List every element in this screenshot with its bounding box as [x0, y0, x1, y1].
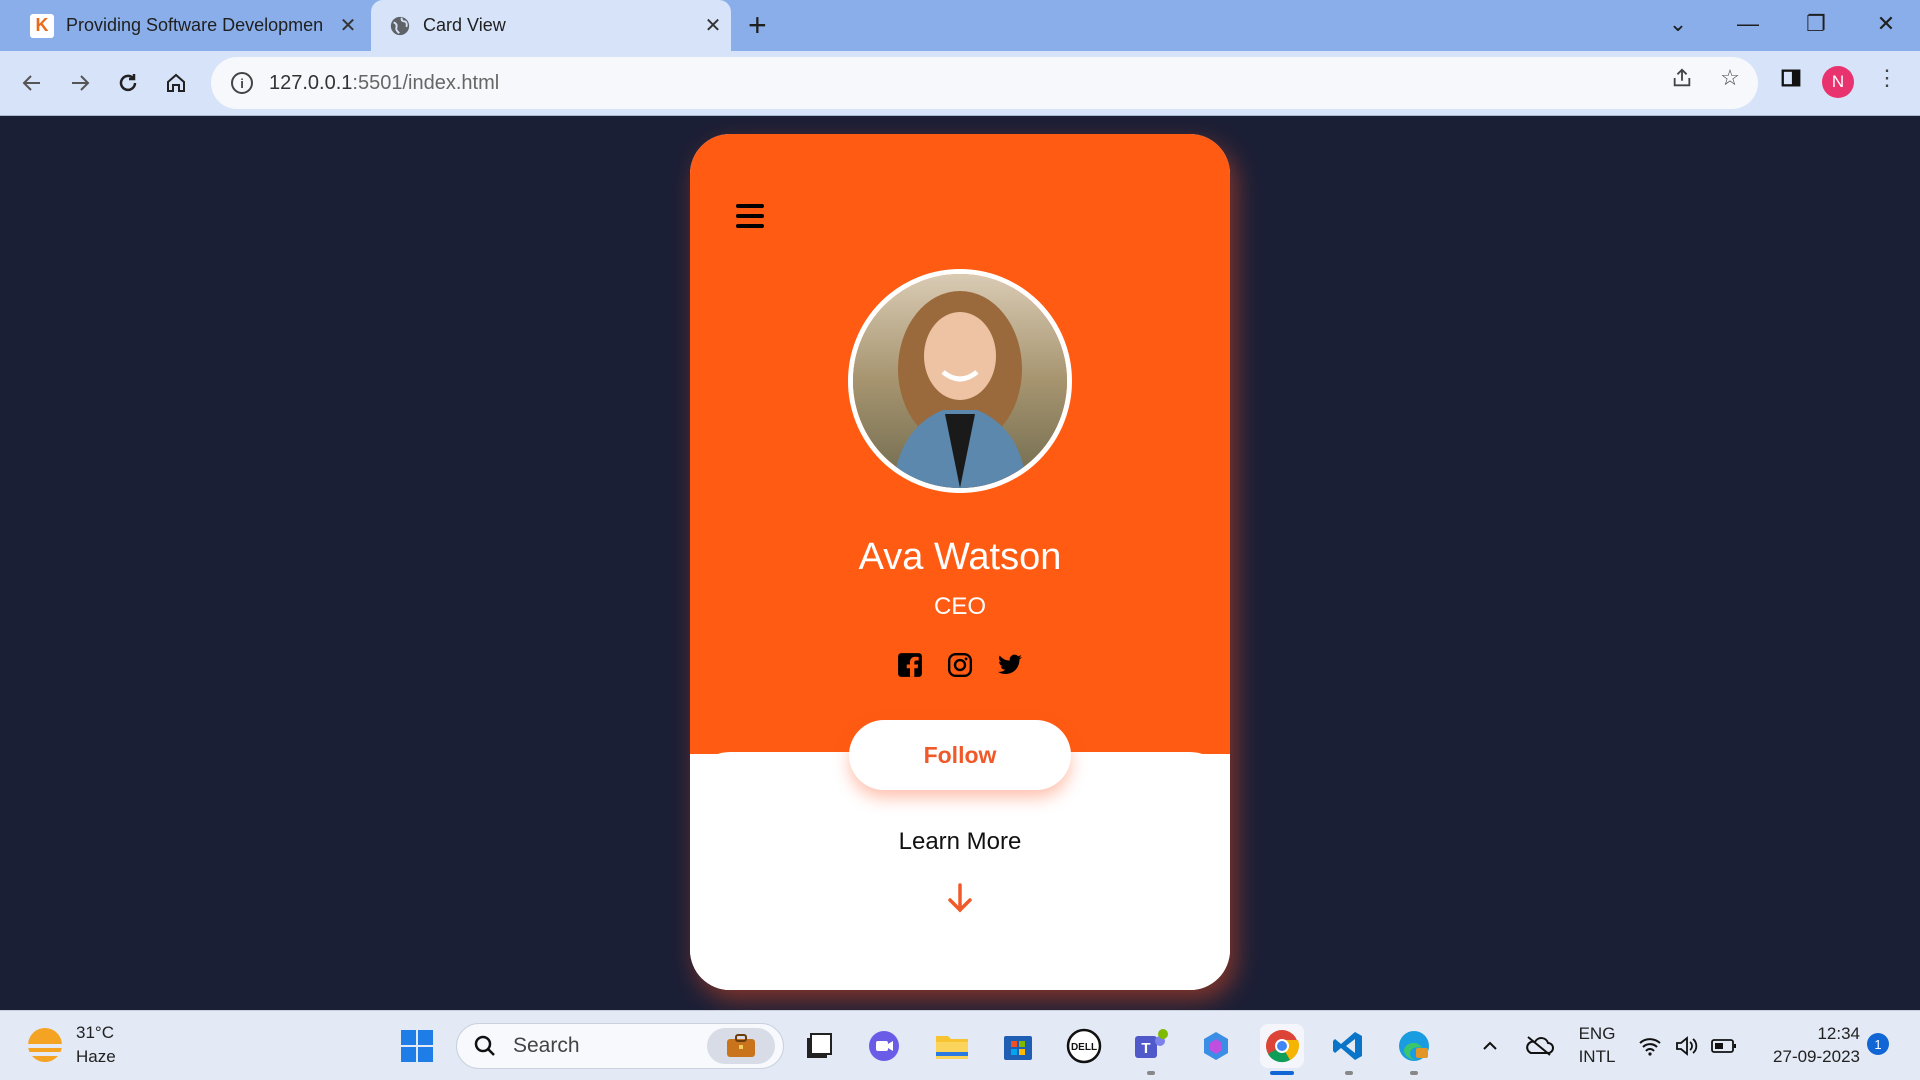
arrow-down-icon[interactable] — [946, 882, 974, 914]
edge-icon[interactable] — [1392, 1024, 1436, 1068]
twitter-icon[interactable] — [996, 651, 1024, 679]
globe-icon — [390, 16, 410, 35]
avatar — [848, 269, 1072, 493]
close-icon[interactable]: ✕ — [330, 13, 366, 38]
menu-kebab-icon[interactable]: ⋮ — [1872, 63, 1902, 93]
wifi-icon[interactable] — [1630, 1024, 1670, 1068]
reload-icon — [119, 74, 137, 92]
learn-more-link[interactable]: Learn More — [690, 828, 1230, 856]
chat-icon[interactable] — [862, 1024, 906, 1068]
haze-sun-icon — [24, 1028, 66, 1062]
chrome-icon[interactable] — [1260, 1024, 1304, 1068]
tab-title: Card View — [423, 15, 506, 35]
weather-description: Haze — [76, 1047, 116, 1066]
k-logo-icon: K — [30, 13, 54, 38]
profile-name: Ava Watson — [858, 536, 1062, 578]
file-explorer-icon[interactable] — [930, 1024, 974, 1068]
social-links — [690, 651, 1230, 679]
copilot-icon[interactable] — [1194, 1024, 1238, 1068]
home-icon — [167, 73, 185, 92]
side-panel-icon[interactable] — [1776, 63, 1806, 93]
chevron-up-icon[interactable] — [1468, 1024, 1512, 1068]
battery-icon[interactable] — [1704, 1024, 1744, 1068]
reload-button[interactable] — [108, 63, 148, 103]
task-view-icon[interactable] — [797, 1024, 841, 1068]
windows-start-icon[interactable] — [395, 1024, 439, 1068]
profile-avatar[interactable]: N — [1822, 66, 1854, 98]
follow-button[interactable]: Follow — [849, 720, 1071, 790]
search-icon — [474, 1035, 495, 1056]
onedrive-off-icon[interactable] — [1517, 1024, 1561, 1068]
teams-icon[interactable]: T — [1128, 1024, 1172, 1068]
running-indicator — [1410, 1071, 1418, 1075]
tab-card-view[interactable]: Card View ✕ — [371, 0, 731, 51]
home-button[interactable] — [156, 63, 196, 103]
tab-providing-software[interactable]: K Providing Software Developmen ✕ — [14, 0, 366, 51]
close-icon[interactable]: ✕ — [695, 13, 731, 38]
keyboard-layout[interactable]: INTL — [1572, 1045, 1622, 1068]
url-text: 127.0.0.1:5501/index.html — [269, 71, 500, 94]
language-code[interactable]: ENG — [1572, 1022, 1622, 1045]
search-label: Search — [513, 1034, 580, 1057]
microsoft-store-icon[interactable] — [996, 1024, 1040, 1068]
running-indicator — [1147, 1071, 1155, 1075]
notification-badge[interactable]: 1 — [1867, 1033, 1889, 1055]
profile-role: CEO — [933, 593, 986, 620]
running-indicator — [1345, 1071, 1353, 1075]
forward-button[interactable] — [60, 63, 100, 103]
site-info-icon[interactable]: i — [231, 72, 253, 94]
window-close-button[interactable]: ✕ — [1856, 4, 1916, 44]
weather-widget[interactable]: 31°C Haze — [24, 1021, 116, 1069]
briefcase-icon — [707, 1028, 775, 1064]
taskbar-search-box[interactable]: Search — [456, 1023, 784, 1069]
active-indicator — [1270, 1071, 1294, 1075]
back-arrow-icon — [22, 75, 40, 91]
tab-search-chevron-icon[interactable]: ⌄ — [1648, 4, 1708, 44]
clock-time[interactable]: 12:34 — [1750, 1022, 1860, 1045]
bookmark-star-icon[interactable]: ☆ — [1715, 63, 1745, 93]
svg-text:T: T — [1141, 1040, 1150, 1057]
browser-toolbar: i 127.0.0.1:5501/index.html ☆ N ⋮ — [0, 51, 1920, 116]
clock-date[interactable]: 27-09-2023 — [1750, 1045, 1860, 1068]
dell-icon[interactable]: DELL — [1062, 1024, 1106, 1068]
restore-button[interactable]: ❐ — [1786, 4, 1846, 44]
minimize-button[interactable]: — — [1718, 4, 1778, 44]
new-tab-button[interactable]: + — [748, 8, 767, 42]
profile-card: Ava Watson CEO Follow Learn More — [690, 134, 1230, 990]
back-button[interactable] — [12, 63, 52, 103]
svg-text:DELL: DELL — [1071, 1042, 1097, 1053]
forward-arrow-icon — [72, 75, 90, 91]
hamburger-menu-icon[interactable] — [736, 204, 764, 234]
share-icon[interactable] — [1667, 63, 1697, 93]
weather-temperature: 31°C — [76, 1023, 114, 1042]
vscode-icon[interactable] — [1326, 1024, 1370, 1068]
tab-title: Providing Software Developmen — [66, 15, 324, 35]
facebook-icon[interactable] — [896, 651, 924, 679]
volume-icon[interactable] — [1666, 1024, 1706, 1068]
taskbar: 31°C Haze Search DELL T ENG INTL 12:34 2… — [0, 1010, 1920, 1080]
browser-tab-strip: K Providing Software Developmen ✕ Card V… — [0, 0, 1920, 51]
address-bar[interactable]: i 127.0.0.1:5501/index.html — [211, 57, 1758, 109]
instagram-icon[interactable] — [946, 651, 974, 679]
